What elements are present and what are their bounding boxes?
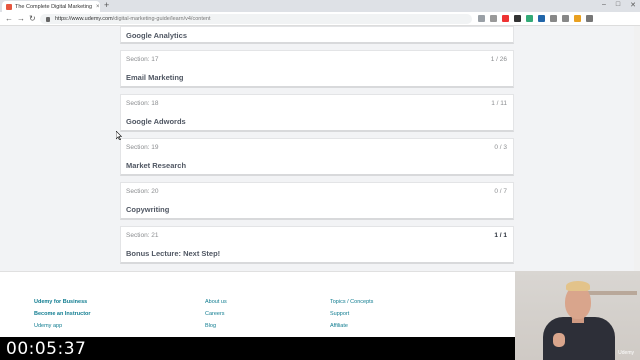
section-card[interactable]: Section: 19 0 / 3 Market Research <box>120 138 514 176</box>
udemy-watermark: Udemy <box>618 350 634 356</box>
extension-blue-icon[interactable] <box>538 15 545 22</box>
minimize-icon[interactable]: – <box>602 1 606 9</box>
cast-icon[interactable] <box>478 15 485 22</box>
mouse-pointer-icon <box>116 131 122 140</box>
url-text: https://www.udemy.com/digital-marketing-… <box>55 16 211 22</box>
instructor-hand-shape <box>553 333 565 347</box>
ublock-icon[interactable] <box>502 15 509 22</box>
extension-dark-icon[interactable] <box>514 15 521 22</box>
instructor-hair-shape <box>566 281 590 291</box>
section-title: Google Analytics <box>126 31 187 40</box>
footer-link-blog[interactable]: Blog <box>205 323 216 329</box>
browser-tab-strip: The Complete Digital Marketing × + – □ ✕ <box>0 0 640 12</box>
section-card[interactable]: Section: 21 1 / 1 Bonus Lecture: Next St… <box>120 226 514 264</box>
extension-icons <box>478 15 593 22</box>
close-window-icon[interactable]: ✕ <box>630 1 636 9</box>
section-title: Google Adwords <box>126 117 186 126</box>
url-domain: https://www.udemy.com <box>55 16 113 22</box>
footer-link-about-us[interactable]: About us <box>205 299 227 305</box>
section-card[interactable]: Section: 20 0 / 7 Copywriting <box>120 182 514 220</box>
footer-link-topics[interactable]: Topics / Concepts <box>330 299 373 305</box>
maximize-icon[interactable]: □ <box>616 1 620 9</box>
reload-icon[interactable]: ↻ <box>29 14 36 23</box>
forward-icon[interactable]: → <box>17 14 25 23</box>
section-progress: 0 / 3 <box>494 144 507 151</box>
section-progress: 1 / 11 <box>491 100 507 107</box>
section-number: Section: 20 <box>126 188 159 195</box>
footer-link-support[interactable]: Support <box>330 311 349 317</box>
extension-green-icon[interactable] <box>526 15 533 22</box>
footer-link-affiliate[interactable]: Affiliate <box>330 323 348 329</box>
lock-icon <box>46 16 50 22</box>
url-path: /digital-marketing-guide/learn/v4/conten… <box>112 16 211 22</box>
footer-link-udemy-for-business[interactable]: Udemy for Business <box>34 299 87 305</box>
tab-title: The Complete Digital Marketing <box>15 3 93 10</box>
footer-link-careers[interactable]: Careers <box>205 311 225 317</box>
extension-gray2-icon[interactable] <box>562 15 569 22</box>
video-timestamp: 00:05:37 <box>6 339 87 359</box>
footer-link-become-instructor[interactable]: Become an Instructor <box>34 311 91 317</box>
section-title: Market Research <box>126 161 187 170</box>
address-bar[interactable]: https://www.udemy.com/digital-marketing-… <box>40 14 472 24</box>
udemy-favicon-icon <box>6 3 12 10</box>
footer-link-udemy-app[interactable]: Udemy app <box>34 323 62 329</box>
section-progress: 0 / 7 <box>494 188 507 195</box>
shelf-shape <box>587 291 637 295</box>
extension-orange-icon[interactable] <box>574 15 581 22</box>
back-icon[interactable]: ← <box>5 14 13 23</box>
section-card[interactable]: Section: 17 1 / 26 Email Marketing <box>120 50 514 88</box>
instructor-webcam-overlay: Udemy <box>515 271 640 360</box>
menu-icon[interactable] <box>586 15 593 22</box>
section-title: Copywriting <box>126 205 170 214</box>
section-number: Section: 21 <box>126 232 159 239</box>
section-number: Section: 18 <box>126 100 159 107</box>
section-progress: 1 / 26 <box>490 56 507 63</box>
section-title: Email Marketing <box>126 73 184 82</box>
section-card[interactable]: Google Analytics <box>120 26 514 44</box>
browser-toolbar: ← → ↻ https://www.udemy.com/digital-mark… <box>0 12 640 26</box>
bookmark-star-icon[interactable] <box>490 15 497 22</box>
extension-gray-icon[interactable] <box>550 15 557 22</box>
tab-close-icon[interactable]: × <box>96 4 100 10</box>
section-progress: 1 / 1 <box>494 232 507 239</box>
new-tab-button[interactable]: + <box>104 0 109 10</box>
window-controls: – □ ✕ <box>602 1 636 9</box>
browser-tab[interactable]: The Complete Digital Marketing × <box>2 1 100 12</box>
section-title: Bonus Lecture: Next Step! <box>126 249 221 258</box>
section-card[interactable]: Section: 18 1 / 11 Google Adwords <box>120 94 514 132</box>
section-number: Section: 19 <box>126 144 159 151</box>
section-number: Section: 17 <box>126 56 159 63</box>
